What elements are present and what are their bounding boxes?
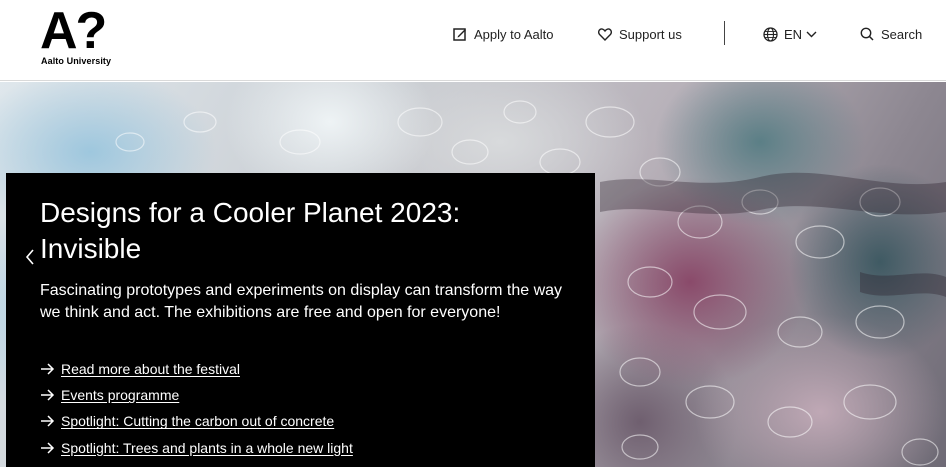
language-label: EN <box>784 26 803 42</box>
hero-title: Designs for a Cooler Planet 2023: Invisi… <box>40 197 461 264</box>
spotlight-concrete-link[interactable]: Spotlight: Cutting the carbon out of con… <box>61 413 334 429</box>
chevron-left-icon <box>25 249 34 265</box>
read-more-festival-link[interactable]: Read more about the festival <box>61 361 240 377</box>
arrow-right-icon <box>41 442 55 454</box>
search-button[interactable]: Search <box>860 24 922 44</box>
nav-divider <box>724 21 725 45</box>
support-label: Support us <box>619 26 682 42</box>
list-item: Spotlight: Cutting the carbon out of con… <box>40 408 580 434</box>
list-item: Read more about the festival <box>40 356 580 382</box>
events-programme-link[interactable]: Events programme <box>61 387 179 403</box>
list-item: Spotlight: Trees and plants in a whole n… <box>40 435 580 461</box>
logo-mark: A? <box>40 2 107 60</box>
arrow-right-icon <box>41 363 55 375</box>
apply-label: Apply to Aalto <box>474 26 554 42</box>
search-icon <box>860 27 874 41</box>
edit-square-icon <box>453 28 466 41</box>
arrow-right-icon <box>41 389 55 401</box>
hero-description: Fascinating prototypes and experiments o… <box>40 282 563 321</box>
globe-icon <box>763 26 778 42</box>
hero-carousel: Designs for a Cooler Planet 2023: Invisi… <box>0 82 946 467</box>
site-header: A? Aalto University Apply to Aalto Suppo… <box>0 0 946 81</box>
aalto-logo[interactable]: A? Aalto University <box>40 2 120 68</box>
carousel-prev-button[interactable] <box>20 244 40 270</box>
support-us-link[interactable]: Support us <box>598 24 682 44</box>
spotlight-trees-link[interactable]: Spotlight: Trees and plants in a whole n… <box>61 440 353 456</box>
logo-university-name: Aalto University <box>41 56 112 66</box>
hero-text-panel: Designs for a Cooler Planet 2023: Invisi… <box>6 173 595 467</box>
hero-link-list: Read more about the festival Events prog… <box>40 356 580 461</box>
arrow-right-icon <box>41 415 55 427</box>
apply-to-aalto-link[interactable]: Apply to Aalto <box>453 24 554 44</box>
chevron-down-icon <box>806 31 817 37</box>
language-selector[interactable]: EN <box>763 24 817 44</box>
list-item: Events programme <box>40 382 580 408</box>
heart-icon <box>598 27 612 41</box>
search-label: Search <box>881 26 923 42</box>
